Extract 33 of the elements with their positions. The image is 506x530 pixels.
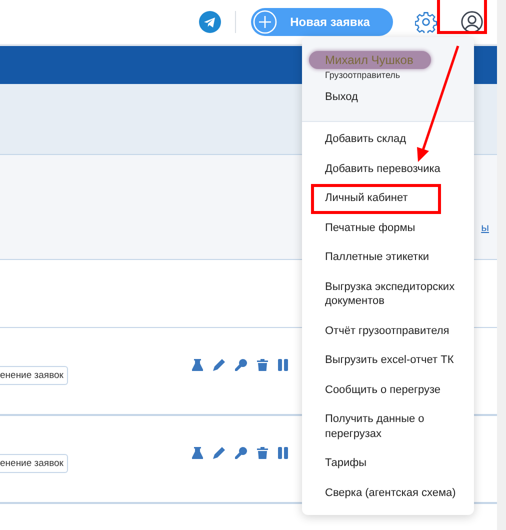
- menu-item[interactable]: Тарифы: [302, 449, 474, 478]
- menu-item[interactable]: Отчёт грузоотправителя: [302, 316, 474, 346]
- menu-item[interactable]: Личный кабинет: [311, 184, 441, 214]
- menu-item[interactable]: Получить данные о перегрузах: [302, 405, 474, 449]
- menu-item[interactable]: Печатные формы: [302, 214, 474, 243]
- status-tag: енение заявок: [0, 454, 68, 472]
- flask-icon[interactable]: [192, 359, 203, 371]
- menu-item[interactable]: Выгрузить excel-отчет ТК: [302, 346, 474, 376]
- user-icon[interactable]: [461, 11, 483, 33]
- logout-item[interactable]: Выход: [325, 91, 474, 103]
- menu-item[interactable]: Добавить перевозчика: [302, 154, 474, 184]
- menu-item[interactable]: Выгрузка экспедиторских документов: [302, 272, 474, 316]
- user-name: Михаил Чушков: [309, 51, 432, 69]
- pause-icon[interactable]: [278, 447, 288, 459]
- pencil-icon[interactable]: [213, 447, 225, 459]
- key-icon[interactable]: [235, 447, 247, 459]
- status-tag: енение заявок: [0, 366, 68, 384]
- plus-icon: [253, 10, 277, 34]
- telegram-icon[interactable]: [199, 11, 221, 33]
- trash-icon[interactable]: [257, 359, 268, 371]
- menu-item[interactable]: Сверка (агентская схема): [302, 478, 474, 508]
- menu-item[interactable]: Добавить склад: [302, 125, 474, 154]
- menu-item[interactable]: Паллетные этикетки: [302, 243, 474, 272]
- filter-link[interactable]: ы: [481, 222, 489, 234]
- scrollbar[interactable]: [497, 0, 506, 530]
- settings-icon[interactable]: [415, 11, 437, 33]
- key-icon[interactable]: [235, 359, 247, 371]
- pencil-icon[interactable]: [213, 359, 225, 371]
- trash-icon[interactable]: [257, 447, 268, 459]
- menu-item[interactable]: Сообщить о перегрузе: [302, 376, 474, 405]
- user-role: Грузоотправитель: [325, 70, 402, 80]
- flask-icon[interactable]: [192, 447, 203, 459]
- pause-icon[interactable]: [278, 359, 288, 371]
